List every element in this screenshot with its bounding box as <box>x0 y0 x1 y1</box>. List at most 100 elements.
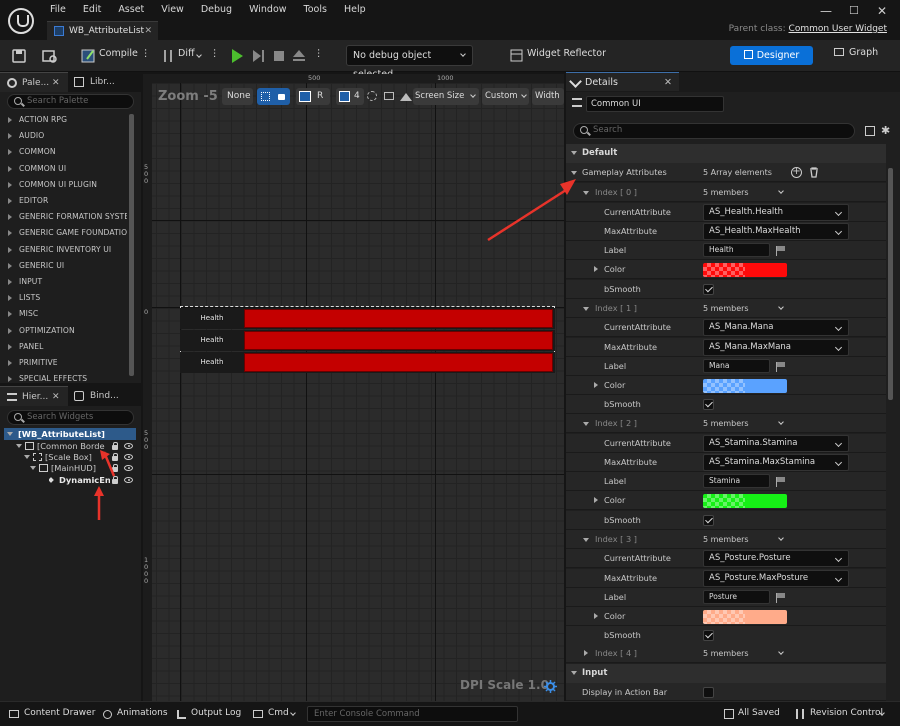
palette-category[interactable]: COMMON UI <box>0 161 127 177</box>
array-index-row[interactable]: Index [ 1 ] 5 members <box>566 298 886 318</box>
animations-button[interactable]: Animations <box>117 708 168 718</box>
expand-icon[interactable] <box>24 455 30 459</box>
expand-icon[interactable] <box>7 432 13 436</box>
palette-category[interactable]: LISTS <box>0 290 127 306</box>
dpi-settings-gear-icon[interactable] <box>544 680 557 693</box>
layout-mode-toggle[interactable] <box>257 88 290 105</box>
visibility-eye-icon[interactable] <box>124 477 133 483</box>
details-scrollbar[interactable] <box>888 168 893 400</box>
designer-viewport[interactable]: 500 1000 5 0 0 0 5 0 0 1 0 0 0 Zoom -5 N… <box>143 74 564 701</box>
array-index-4-chevron-icon[interactable] <box>778 649 784 655</box>
localization-flag-icon[interactable] <box>776 246 785 256</box>
max-attribute-dropdown[interactable]: AS_Health.MaxHealth <box>703 223 849 240</box>
respect-locks-toggle[interactable]: R <box>296 88 330 105</box>
attribute-bar-health[interactable]: Health <box>180 308 555 329</box>
menu-help[interactable]: Help <box>344 0 366 20</box>
document-tab[interactable]: WB_AttributeList ✕ <box>47 21 158 40</box>
palette-category[interactable]: COMMON <box>0 144 127 160</box>
menu-asset[interactable]: Asset <box>118 0 144 20</box>
widget-search-input[interactable]: Search Widgets <box>7 410 134 425</box>
compile-button[interactable]: Compile <box>99 48 138 59</box>
attribute-bar-health[interactable]: Health <box>180 352 555 373</box>
tab-bindings[interactable]: Bind... <box>68 386 141 406</box>
close-palette-tab-icon[interactable]: ✕ <box>52 73 60 93</box>
color-swatch[interactable] <box>703 609 787 624</box>
compile-icon[interactable] <box>80 48 96 64</box>
label-text-input[interactable]: Stamina <box>703 474 770 488</box>
preview-icon[interactable] <box>382 88 396 105</box>
widget-name-field[interactable]: Common UI <box>586 96 724 112</box>
browse-icon[interactable] <box>42 48 58 64</box>
graph-button[interactable]: Graph <box>834 47 878 58</box>
console-input[interactable]: Enter Console Command <box>307 706 518 722</box>
palette-category[interactable]: GENERIC UI <box>0 258 127 274</box>
screen-size-icon[interactable] <box>399 88 413 105</box>
tab-library[interactable]: Libr... <box>68 72 141 92</box>
chevron-down-icon[interactable] <box>778 534 784 541</box>
none-toggle[interactable]: None <box>222 88 253 105</box>
palette-category[interactable]: PRIMITIVE <box>0 355 127 371</box>
close-window-icon[interactable]: ✕ <box>877 4 887 18</box>
palette-search-input[interactable]: Search Palette <box>7 94 134 109</box>
visibility-eye-icon[interactable] <box>124 443 133 449</box>
palette-category[interactable]: ACTION RPG <box>0 112 127 128</box>
gameplay-attributes-row[interactable]: Gameplay Attributes 5 Array elements + <box>566 163 886 182</box>
array-index-4-row[interactable]: Index [ 4 ] 5 members <box>566 644 886 663</box>
palette-scrollbar[interactable] <box>129 114 134 376</box>
current-attribute-dropdown[interactable]: AS_Stamina.Stamina <box>703 434 849 452</box>
palette-category[interactable]: PANEL <box>0 339 127 355</box>
tab-hierarchy[interactable]: Hier... ✕ <box>0 386 68 406</box>
menu-debug[interactable]: Debug <box>201 0 232 20</box>
max-attribute-dropdown[interactable]: AS_Stamina.MaxStamina <box>703 454 849 471</box>
table-view-icon[interactable] <box>865 126 875 136</box>
display-in-action-bar-checkbox[interactable] <box>703 687 714 698</box>
menu-file[interactable]: File <box>50 0 66 20</box>
chevron-down-icon[interactable] <box>778 419 784 425</box>
color-swatch[interactable] <box>703 494 787 508</box>
eject-icon[interactable] <box>291 48 307 64</box>
expand-color-icon[interactable] <box>594 381 598 388</box>
expand-icon[interactable] <box>584 650 588 656</box>
collapse-icon[interactable] <box>583 537 589 542</box>
output-log-button[interactable]: Output Log <box>191 708 241 718</box>
color-swatch[interactable] <box>703 378 787 393</box>
close-tab-icon[interactable]: ✕ <box>144 22 152 41</box>
details-search-input[interactable]: Search <box>573 123 855 139</box>
current-attribute-dropdown[interactable]: AS_Health.Health <box>703 203 849 221</box>
current-attribute-dropdown[interactable]: AS_Mana.Mana <box>703 319 849 336</box>
maximize-icon[interactable]: ☐ <box>849 4 859 17</box>
add-element-icon[interactable]: + <box>791 167 802 178</box>
diff-button[interactable]: Diff <box>178 48 195 59</box>
array-index-row[interactable]: Index [ 0 ] 5 members <box>566 183 886 202</box>
hierarchy-item-mainhud[interactable]: [MainHUD] <box>30 462 96 474</box>
menu-view[interactable]: View <box>161 0 184 20</box>
localization-flag-icon[interactable] <box>776 361 785 372</box>
revision-control-button[interactable]: Revision Control <box>810 708 883 718</box>
skip-icon[interactable] <box>250 48 266 64</box>
max-attribute-dropdown[interactable]: AS_Posture.MaxPosture <box>703 569 849 587</box>
palette-category[interactable]: MISC <box>0 306 127 322</box>
palette-category[interactable]: GENERIC FORMATION SYSTE <box>0 209 127 225</box>
screen-size-dropdown[interactable]: Screen Size <box>413 88 479 105</box>
attribute-bar-health[interactable]: Health <box>180 330 555 351</box>
collapse-icon[interactable] <box>583 422 589 426</box>
palette-category[interactable]: EDITOR <box>0 193 127 209</box>
palette-category[interactable]: COMMON UI PLUGIN <box>0 177 127 193</box>
label-text-input[interactable]: Health <box>703 243 770 257</box>
palette-category[interactable]: GENERIC GAME FOUNDATION <box>0 225 127 241</box>
fill-width-dropdown[interactable]: Width <box>532 88 564 105</box>
palette-category[interactable]: SPECIAL EFFECTS <box>0 371 127 387</box>
diff-chevron-icon[interactable] <box>196 52 202 58</box>
label-text-input[interactable]: Posture <box>703 589 770 604</box>
palette-category[interactable]: AUDIO <box>0 128 127 144</box>
bsmooth-checkbox[interactable] <box>703 630 714 641</box>
play-options-icon[interactable]: ⋮ <box>314 48 324 59</box>
section-input[interactable]: Input <box>566 664 886 683</box>
save-icon[interactable] <box>12 49 26 63</box>
minimize-icon[interactable]: — <box>820 4 832 18</box>
expand-color-icon[interactable] <box>594 612 598 619</box>
delete-all-trash-icon[interactable] <box>809 167 819 178</box>
custom-size-dropdown[interactable]: Custom <box>482 88 529 105</box>
safe-zone-icon[interactable] <box>365 88 379 105</box>
unreal-logo-icon[interactable] <box>8 8 34 34</box>
